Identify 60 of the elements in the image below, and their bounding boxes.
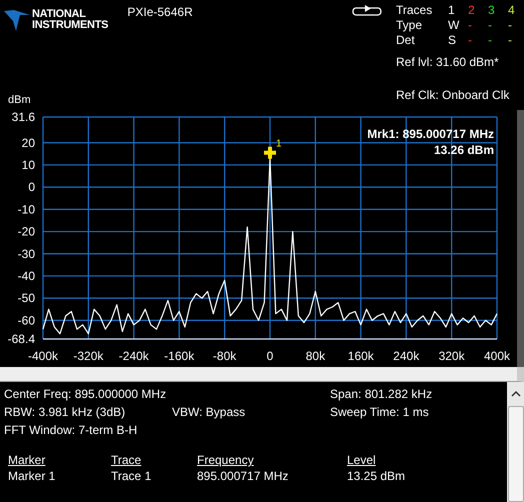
y-tick-label: -68.4 [8, 332, 35, 346]
y-tick-label: 31.6 [12, 110, 35, 124]
y-tick-label: 10 [22, 158, 35, 172]
x-tick-label: 320k [438, 349, 465, 363]
x-tick-label: 240k [393, 349, 420, 363]
trace-value: - [508, 33, 513, 47]
marker-table-header: Marker [8, 453, 46, 467]
marker-table-cell-text: 895.000717 MHz [197, 469, 290, 483]
trace-number: 4 [508, 3, 516, 17]
trace-number: 3 [488, 3, 496, 17]
trace-number: 2 [468, 3, 476, 17]
x-tick-label: 0 [266, 349, 274, 363]
marker-cross-icon [262, 144, 278, 161]
logo-text: NATIONAL INSTRUMENTS [32, 9, 108, 31]
setting-text: FFT Window: 7-term B-H [4, 423, 138, 437]
axis-unit-label: dBm [7, 94, 32, 106]
x-tick-label: -400k [28, 349, 58, 363]
device-name: PXIe-5646R [126, 4, 194, 21]
marker-table-cell-text: 13.25 dBm [347, 469, 406, 483]
y-tick-label: 0 [28, 180, 35, 194]
x-tick-label: -160k [164, 349, 194, 363]
trace-value: - [488, 18, 493, 32]
y-tick-label: -50 [18, 291, 35, 306]
trace-row-label: Type [396, 18, 424, 32]
trace-value: - [488, 33, 493, 47]
trace-number: 1 [448, 3, 456, 17]
marker-table-header: Level [347, 453, 377, 467]
x-tick-label: -320k [73, 349, 104, 363]
trace-value: S [448, 33, 458, 47]
marker-table-header: Frequency [197, 453, 255, 467]
eagle-logo-icon [4, 7, 30, 31]
y-tick-label: -10 [18, 202, 35, 216]
marker-table-cell-text: Trace 1 [111, 469, 152, 483]
x-tick-label: 400k [484, 349, 510, 363]
y-tick-label: -30 [18, 246, 35, 261]
y-tick-label: -40 [18, 268, 35, 283]
marker-table-cell-text: Marker 1 [8, 469, 56, 483]
setting-text: Span: 801.282 kHz [330, 387, 432, 401]
y-tick-label: -20 [18, 224, 35, 239]
scroll-up-icon[interactable] [510, 390, 520, 398]
scrollbar[interactable] [507, 382, 524, 502]
reference-clock: Ref Clk: Onboard Clk [396, 88, 510, 102]
trace-row-label: Det [396, 33, 416, 47]
setting-text: VBW: Bypass [172, 405, 246, 419]
trace-value: - [468, 33, 473, 47]
traces-title: Traces [396, 3, 434, 17]
setting-text: RBW: 3.981 kHz (3dB) [4, 405, 126, 419]
x-tick-label: 160k [348, 349, 374, 363]
trace-value: - [468, 18, 473, 32]
x-tick-label: -80k [212, 349, 236, 363]
x-tick-label: 80k [306, 349, 326, 363]
y-tick-label: -60 [18, 313, 35, 328]
y-tick-label: 20 [22, 136, 35, 150]
trace-value: W [448, 18, 460, 32]
setting-text: Sweep Time: 1 ms [330, 405, 429, 419]
reference-level: Ref lvl: 31.60 dBm* [396, 55, 500, 69]
x-tick-label: -240k [118, 349, 149, 363]
marker-table-header: Trace [111, 453, 142, 467]
trace-value: - [508, 18, 513, 32]
setting-text: Center Freq: 895.000000 MHz [4, 387, 166, 401]
